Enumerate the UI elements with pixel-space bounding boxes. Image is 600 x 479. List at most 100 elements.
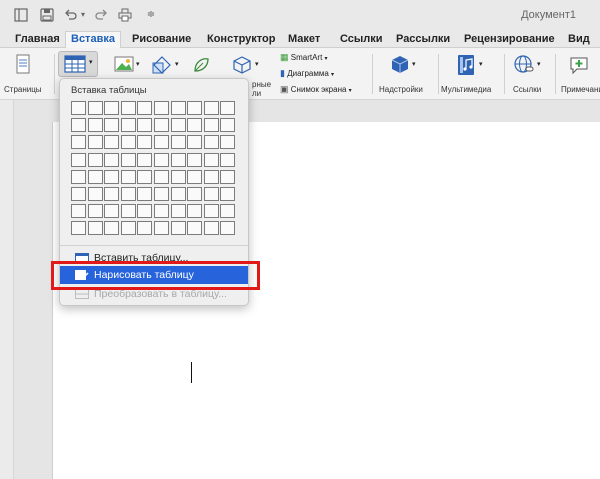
table-grid-cell[interactable] [120,135,136,150]
table-grid-cell[interactable] [87,221,103,236]
table-grid-cell[interactable] [154,152,169,167]
table-grid-cell[interactable] [104,152,120,167]
tab-layout[interactable]: Макет [288,32,320,48]
smartart-button[interactable]: ▦ SmartArt ▾ [280,52,328,63]
table-grid-cell[interactable] [104,204,120,219]
print-icon[interactable] [118,8,132,22]
undo-icon[interactable] [64,8,78,22]
redo-icon[interactable] [94,8,108,22]
table-grid-cell[interactable] [137,101,153,115]
tab-references[interactable]: Ссылки [340,32,383,48]
table-grid-cell[interactable] [220,221,236,236]
tab-home[interactable]: Главная [15,32,60,48]
table-grid-cell[interactable] [120,169,136,184]
table-grid-cell[interactable] [187,118,203,133]
table-grid-cell[interactable] [203,135,219,150]
table-grid-cell[interactable] [170,101,186,115]
table-grid-cell[interactable] [154,118,169,133]
table-grid-cell[interactable] [137,118,153,133]
table-grid-cell[interactable] [187,101,203,115]
pictures-button[interactable]: ▾ [112,52,144,78]
table-grid-cell[interactable] [104,221,120,236]
table-grid-cell[interactable] [71,187,86,201]
table-size-grid[interactable] [71,101,236,248]
tab-draw[interactable]: Рисование [132,32,191,48]
table-grid-cell[interactable] [170,169,186,184]
table-grid-cell[interactable] [170,135,186,150]
table-grid-cell[interactable] [220,169,236,184]
table-grid-cell[interactable] [104,101,120,115]
table-grid-cell[interactable] [203,187,219,201]
table-grid-cell[interactable] [187,152,203,167]
table-grid-cell[interactable] [220,101,236,115]
media-button[interactable]: ▾ Мультимедиа [441,52,499,98]
table-grid-cell[interactable] [220,187,236,201]
table-grid-cell[interactable] [187,221,203,236]
table-grid-cell[interactable] [220,118,236,133]
table-grid-cell[interactable] [203,204,219,219]
table-grid-cell[interactable] [104,135,120,150]
table-grid-cell[interactable] [137,152,153,167]
table-grid-cell[interactable] [154,101,169,115]
table-grid-cell[interactable] [170,118,186,133]
table-grid-cell[interactable] [87,169,103,184]
table-grid-cell[interactable] [154,135,169,150]
comment-button[interactable]: Примечание [559,52,600,98]
customize-icon[interactable]: ≑ [144,8,158,22]
save-icon[interactable] [40,8,54,22]
table-grid-cell[interactable] [154,187,169,201]
table-grid-cell[interactable] [154,221,169,236]
table-grid-cell[interactable] [87,118,103,133]
table-grid-cell[interactable] [170,204,186,219]
table-grid-cell[interactable] [87,204,103,219]
table-grid-cell[interactable] [203,118,219,133]
table-grid-cell[interactable] [120,101,136,115]
table-grid-cell[interactable] [203,169,219,184]
pages-button[interactable]: Страницы [4,52,46,98]
table-grid-cell[interactable] [87,101,103,115]
table-grid-cell[interactable] [120,152,136,167]
table-grid-cell[interactable] [137,204,153,219]
table-button[interactable]: ▾ [58,51,98,77]
tab-review[interactable]: Рецензирование [464,32,555,48]
table-grid-cell[interactable] [137,187,153,201]
table-grid-cell[interactable] [154,204,169,219]
table-grid-cell[interactable] [154,169,169,184]
table-grid-cell[interactable] [203,221,219,236]
icons-button[interactable] [188,52,216,78]
table-grid-cell[interactable] [137,221,153,236]
table-grid-cell[interactable] [71,169,86,184]
table-grid-cell[interactable] [104,187,120,201]
table-grid-cell[interactable] [203,152,219,167]
table-grid-cell[interactable] [187,169,203,184]
table-grid-cell[interactable] [203,101,219,115]
table-grid-cell[interactable] [220,204,236,219]
chart-button[interactable]: ▮ Диаграмма ▾ [280,68,334,79]
table-grid-cell[interactable] [71,118,86,133]
table-grid-cell[interactable] [220,152,236,167]
table-grid-cell[interactable] [120,204,136,219]
table-grid-cell[interactable] [187,204,203,219]
table-grid-cell[interactable] [170,221,186,236]
table-grid-cell[interactable] [120,221,136,236]
table-grid-cell[interactable] [71,152,86,167]
screenshot-button[interactable]: ▣ Снимок экрана ▾ [280,84,352,95]
table-grid-cell[interactable] [137,135,153,150]
table-grid-cell[interactable] [87,187,103,201]
addins-button[interactable]: ▾ Надстройки [376,52,432,98]
table-grid-cell[interactable] [170,187,186,201]
table-grid-cell[interactable] [120,118,136,133]
table-grid-cell[interactable] [87,135,103,150]
table-grid-cell[interactable] [187,135,203,150]
table-grid-cell[interactable] [120,187,136,201]
table-grid-cell[interactable] [71,135,86,150]
table-grid-cell[interactable] [71,204,86,219]
undo-dropdown-icon[interactable]: ▾ [79,8,87,22]
tab-mailings[interactable]: Рассылки [396,32,450,48]
tab-design[interactable]: Конструктор [207,32,275,48]
sidebar-icon[interactable] [14,8,28,22]
shapes-button[interactable]: ▾ [150,52,182,78]
tab-insert[interactable]: Вставка [65,31,121,49]
table-grid-cell[interactable] [71,221,86,236]
table-grid-cell[interactable] [87,152,103,167]
